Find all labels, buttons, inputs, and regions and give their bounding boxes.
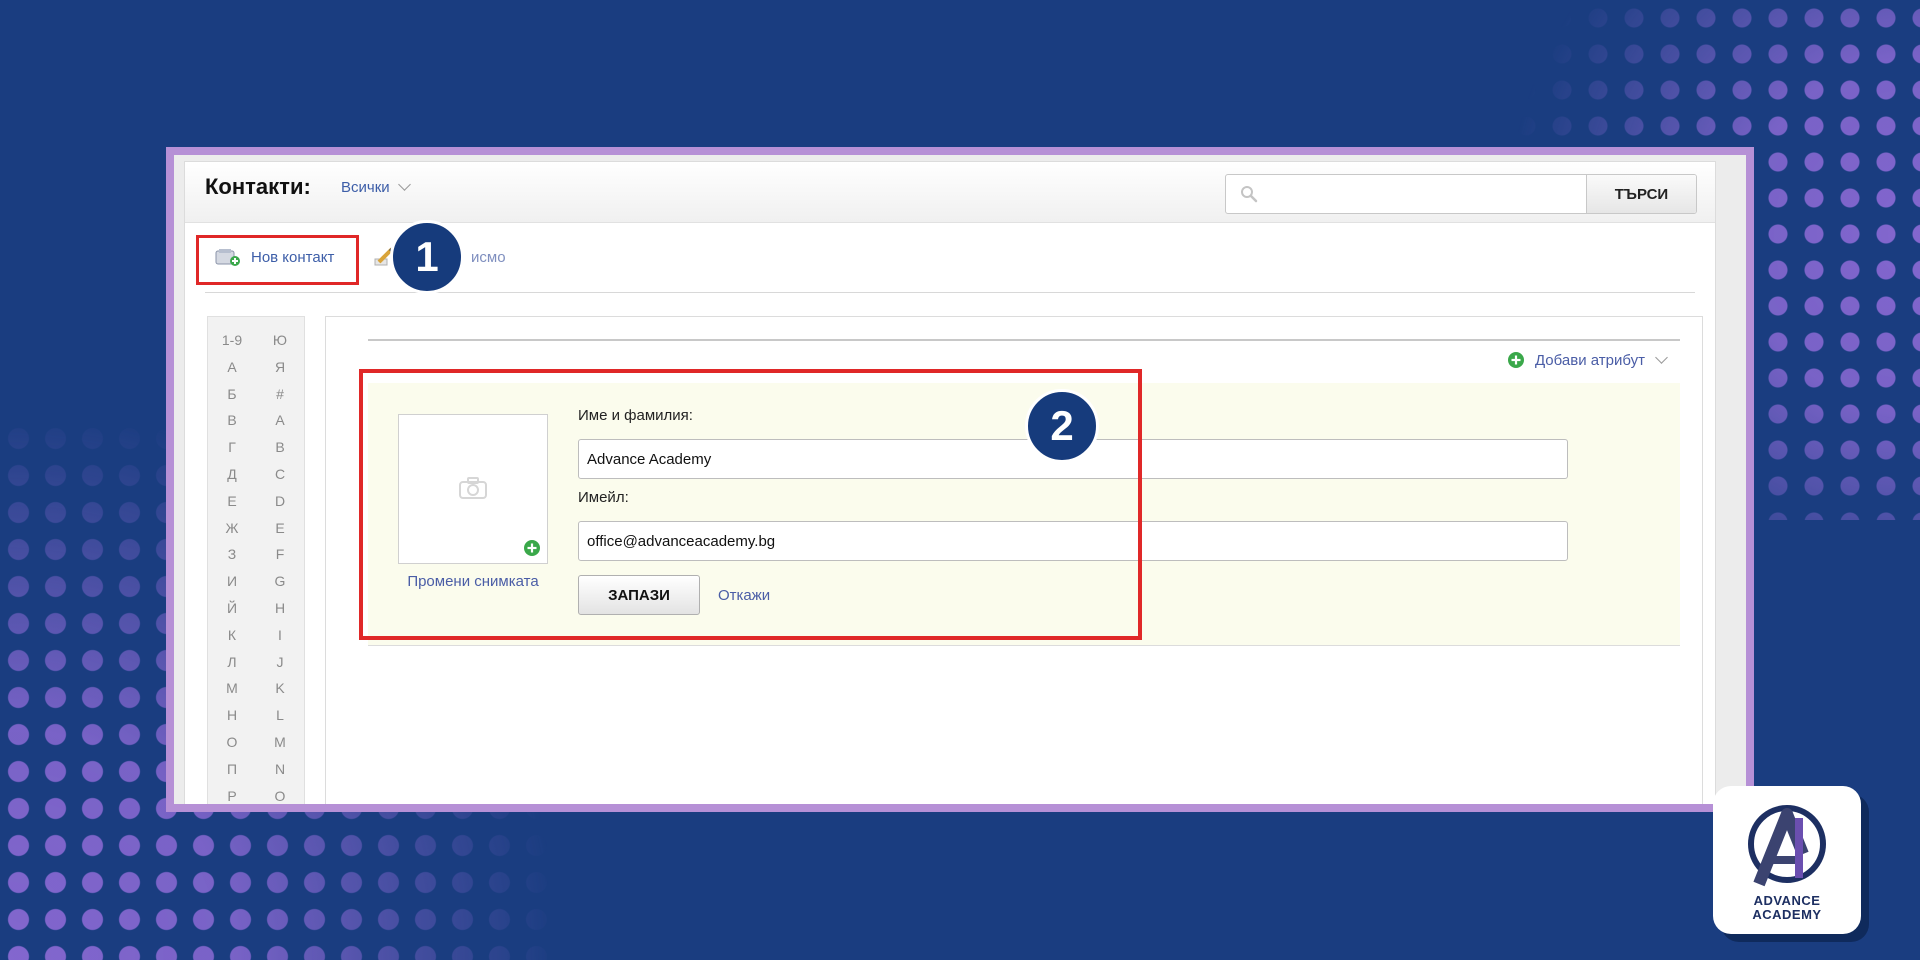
- chevron-down-icon: [397, 178, 411, 191]
- alphabet-letter[interactable]: О: [208, 729, 256, 756]
- step-badge-2: 2: [1025, 389, 1099, 463]
- add-photo-icon[interactable]: [523, 539, 541, 557]
- alphabet-letter[interactable]: Б: [208, 381, 256, 408]
- search-button[interactable]: ТЪРСИ: [1586, 175, 1696, 213]
- filter-dropdown[interactable]: Всички: [341, 178, 411, 196]
- email-field[interactable]: [578, 521, 1568, 561]
- alphabet-letter[interactable]: Р: [208, 783, 256, 804]
- alphabet-letter[interactable]: Д: [208, 461, 256, 488]
- cancel-link[interactable]: Откажи: [718, 587, 770, 604]
- step-badge-1: 1: [390, 220, 464, 294]
- alphabet-letter[interactable]: Л: [208, 649, 256, 676]
- logo-text-line1: ADVANCE: [1753, 893, 1821, 908]
- change-photo-link[interactable]: Промени снимката: [398, 573, 548, 590]
- alphabet-letter[interactable]: Н: [208, 702, 256, 729]
- alphabet-letter[interactable]: H: [256, 595, 304, 622]
- contact-form: Промени снимката Име и фамилия: Имейл: З…: [368, 383, 1680, 646]
- alphabet-sidebar: 1-9 Ю А Я Б # В A Г B Д C Е D Ж E З F И G Й H К I Л J М K Н L О M П N Р O: [207, 316, 305, 804]
- alphabet-letter[interactable]: 1-9: [208, 327, 256, 354]
- alphabet-letter[interactable]: Ж: [208, 515, 256, 542]
- save-button[interactable]: ЗАПАЗИ: [578, 575, 700, 615]
- contact-editor: Добави атрибут Промени снимката Име и фа…: [325, 316, 1703, 804]
- alphabet-letter[interactable]: M: [256, 729, 304, 756]
- add-attribute-button[interactable]: Добави атрибут: [1507, 350, 1668, 369]
- email-label: Имейл:: [578, 489, 629, 506]
- alphabet-letter[interactable]: L: [256, 702, 304, 729]
- camera-icon: [459, 477, 487, 499]
- alphabet-grid: 1-9 Ю А Я Б # В A Г B Д C Е D Ж E З F И G Й H К I Л J М K Н L О M П N Р O: [208, 327, 304, 804]
- search-box: ТЪРСИ: [1225, 174, 1697, 214]
- name-label: Име и фамилия:: [578, 407, 693, 424]
- plus-circle-icon: [1507, 352, 1524, 368]
- alphabet-letter[interactable]: В: [208, 407, 256, 434]
- alphabet-letter[interactable]: K: [256, 675, 304, 702]
- alphabet-letter[interactable]: O: [256, 783, 304, 804]
- alphabet-letter[interactable]: М: [208, 675, 256, 702]
- alphabet-letter[interactable]: D: [256, 488, 304, 515]
- alphabet-letter[interactable]: Е: [208, 488, 256, 515]
- search-input[interactable]: [1226, 175, 1586, 213]
- page-header: Контакти: Всички ТЪРСИ: [185, 162, 1715, 223]
- add-contact-icon: [215, 249, 240, 266]
- alphabet-letter[interactable]: А: [208, 354, 256, 381]
- alphabet-letter[interactable]: G: [256, 568, 304, 595]
- alphabet-letter[interactable]: З: [208, 541, 256, 568]
- new-contact-label: Нов контакт: [251, 248, 335, 266]
- alphabet-letter[interactable]: П: [208, 756, 256, 783]
- alphabet-letter[interactable]: Г: [208, 434, 256, 461]
- alphabet-letter[interactable]: B: [256, 434, 304, 461]
- logo-mark-icon: [1748, 805, 1826, 887]
- alphabet-letter[interactable]: #: [256, 381, 304, 408]
- section-divider: [368, 339, 1680, 341]
- alphabet-letter[interactable]: F: [256, 541, 304, 568]
- alphabet-letter[interactable]: Й: [208, 595, 256, 622]
- send-letter-label: исмо: [471, 248, 506, 266]
- alphabet-letter[interactable]: К: [208, 622, 256, 649]
- advance-academy-logo: ADVANCE ACADEMY: [1713, 786, 1861, 934]
- alphabet-letter[interactable]: J: [256, 649, 304, 676]
- photo-placeholder[interactable]: [398, 414, 548, 564]
- alphabet-letter[interactable]: И: [208, 568, 256, 595]
- filter-label: Всички: [341, 179, 390, 196]
- page-title: Контакти:: [205, 174, 311, 199]
- alphabet-letter[interactable]: I: [256, 622, 304, 649]
- alphabet-letter[interactable]: E: [256, 515, 304, 542]
- alphabet-letter[interactable]: A: [256, 407, 304, 434]
- new-contact-button[interactable]: Нов контакт: [203, 235, 363, 279]
- logo-text-line2: ACADEMY: [1752, 907, 1822, 922]
- chevron-down-icon: [1655, 350, 1668, 364]
- alphabet-letter[interactable]: Ю: [256, 327, 304, 354]
- alphabet-letter[interactable]: C: [256, 461, 304, 488]
- alphabet-letter[interactable]: Я: [256, 354, 304, 381]
- add-attribute-label: Добави атрибут: [1534, 351, 1645, 369]
- alphabet-letter[interactable]: N: [256, 756, 304, 783]
